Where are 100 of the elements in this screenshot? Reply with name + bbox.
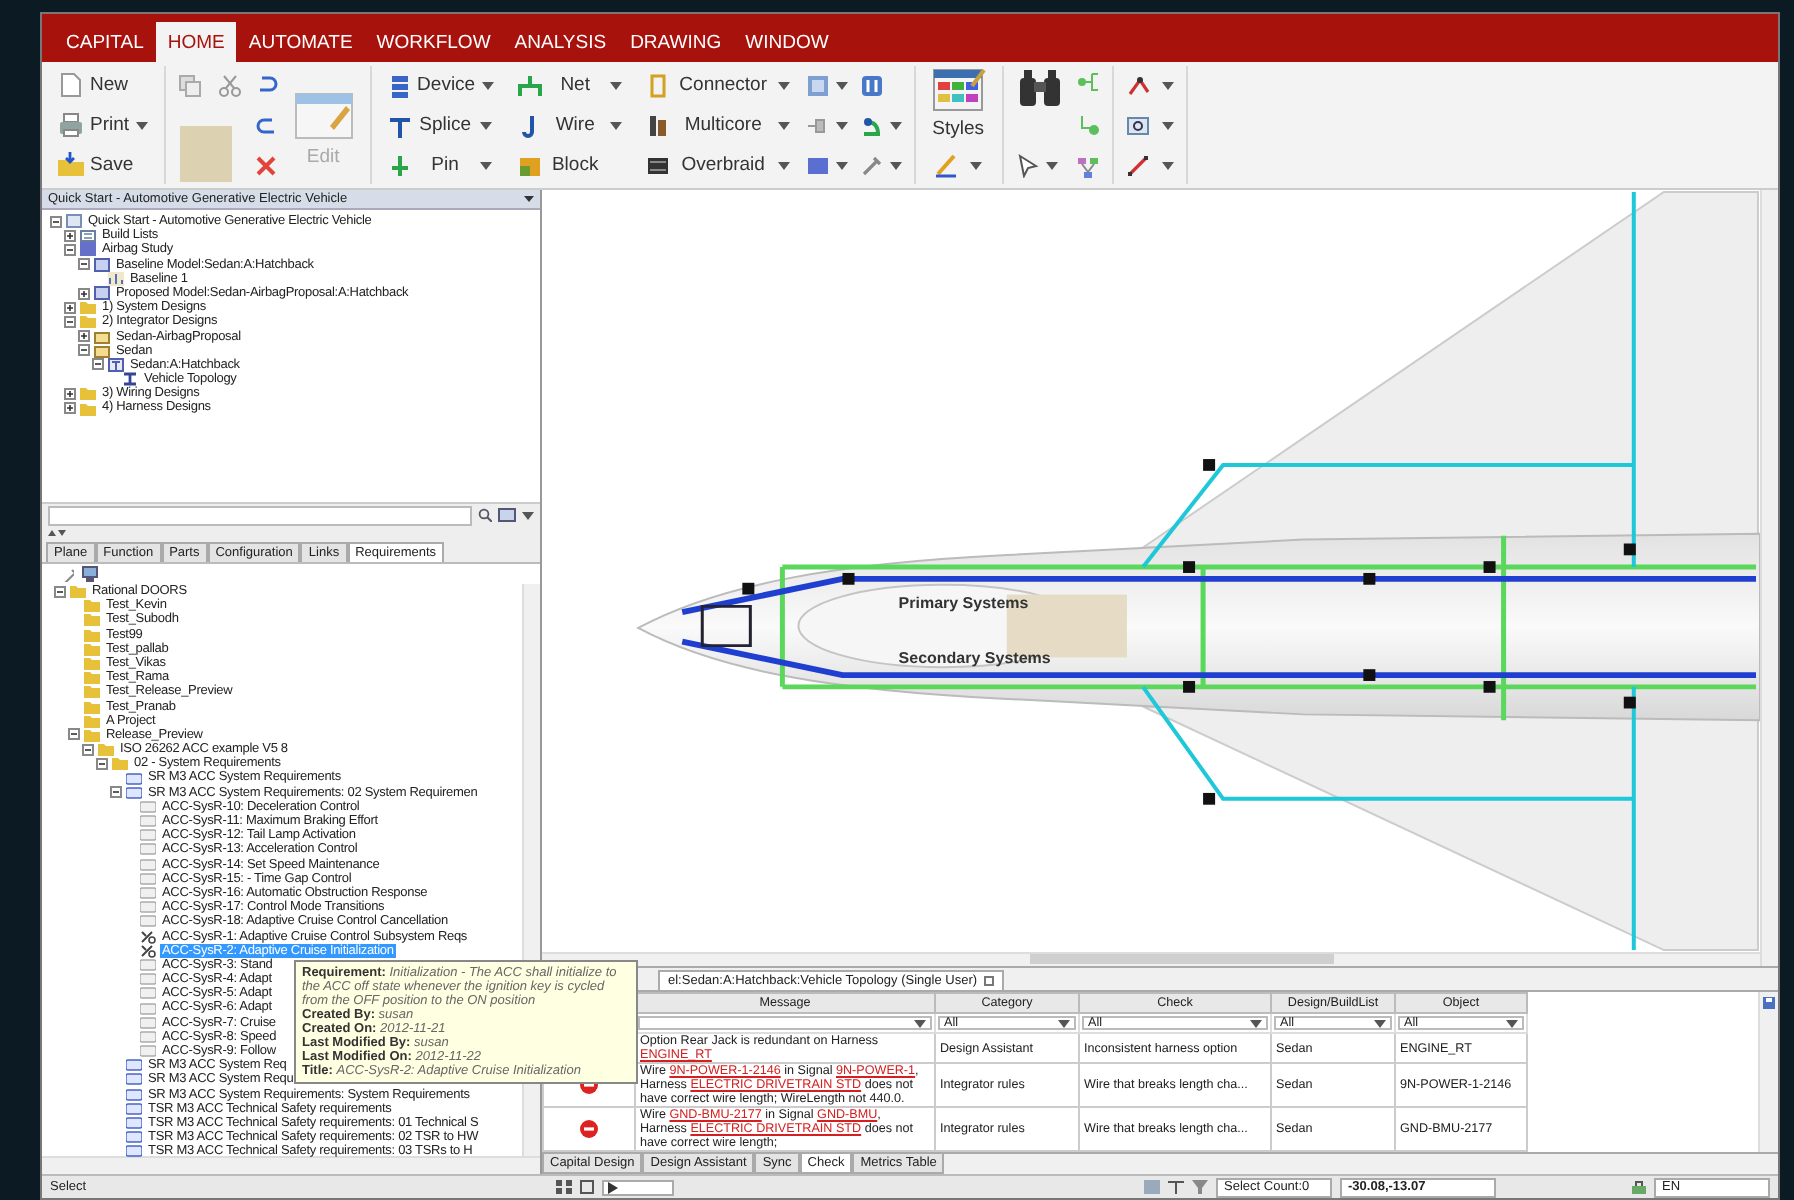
branch-icon [517, 73, 542, 97]
expand-toggle[interactable] [54, 585, 66, 598]
expand-toggle[interactable] [64, 229, 76, 242]
expand-toggle[interactable] [96, 757, 108, 770]
redo-icon[interactable] [253, 113, 278, 137]
caret-icon[interactable] [777, 161, 790, 169]
save-icon[interactable] [1762, 996, 1776, 1010]
braid-icon [645, 153, 670, 177]
caret-icon[interactable] [914, 1019, 926, 1027]
caret-icon[interactable] [970, 161, 983, 169]
menu-tab[interactable]: ANALYSIS [502, 22, 619, 62]
frame-icon[interactable] [580, 1180, 595, 1194]
caret-icon[interactable] [609, 121, 622, 129]
bars-icon[interactable] [859, 73, 884, 97]
scissors-icon[interactable] [217, 73, 242, 97]
horizontal-scrollbar[interactable] [542, 952, 1760, 966]
delete-icon[interactable] [253, 154, 278, 178]
window-icon[interactable] [983, 976, 994, 986]
binoculars-icon[interactable] [1015, 66, 1064, 110]
monitor-icon[interactable] [82, 566, 98, 582]
caret-icon[interactable] [889, 121, 902, 129]
ribbon-button[interactable]: New [54, 66, 152, 104]
expand-toggle[interactable] [64, 387, 76, 400]
expand-toggle[interactable] [64, 315, 76, 328]
ribbon-button[interactable]: Wire [513, 106, 626, 144]
ribbon-button[interactable]: Save [54, 146, 152, 184]
ribbon-button[interactable]: Splice [383, 106, 498, 144]
zoom-window-icon[interactable] [1125, 113, 1150, 137]
menu-tab[interactable]: CAPITAL [54, 22, 156, 62]
menu-tab[interactable]: DRAWING [618, 22, 734, 62]
ribbon-button[interactable]: Net [513, 66, 626, 104]
caret-icon[interactable] [1045, 161, 1058, 169]
printer-icon [58, 112, 84, 138]
lock-icon[interactable] [1632, 1180, 1647, 1194]
ribbon-button[interactable]: Block [513, 146, 626, 184]
ribbon-button[interactable]: Connector [641, 66, 794, 104]
menu-tab[interactable]: HOME [155, 22, 237, 62]
tool-icon[interactable] [859, 153, 884, 177]
menu-tab[interactable]: WORKFLOW [364, 22, 503, 62]
expand-toggle[interactable] [64, 243, 76, 256]
caret-icon[interactable] [479, 161, 492, 169]
expand-toggle[interactable] [92, 358, 104, 371]
square-icon[interactable] [805, 153, 830, 177]
expand-toggle[interactable] [78, 344, 90, 357]
caret-icon[interactable] [1374, 1019, 1386, 1027]
search-field[interactable] [48, 505, 472, 525]
caret-icon[interactable] [1506, 1019, 1518, 1027]
caret-icon[interactable] [1161, 121, 1174, 129]
caret-icon[interactable] [835, 161, 848, 169]
scrollbar-thumb[interactable] [1029, 954, 1334, 964]
expand-toggle[interactable] [64, 301, 76, 314]
expand-toggle[interactable] [110, 786, 122, 799]
play-icon [608, 1181, 619, 1193]
pointer-icon[interactable] [1015, 153, 1040, 177]
caret-icon[interactable] [479, 121, 492, 129]
caret-icon[interactable] [777, 121, 790, 129]
filter-icon[interactable] [1192, 1180, 1209, 1194]
caret-icon[interactable] [889, 161, 902, 169]
expand-toggle[interactable] [78, 330, 90, 343]
expand-toggle[interactable] [78, 287, 90, 300]
diagram-icon[interactable] [1075, 156, 1100, 180]
ribbon-button[interactable]: Overbraid [641, 146, 794, 184]
caret-icon[interactable] [609, 81, 622, 89]
horizontal-scrollbar[interactable] [42, 1156, 540, 1174]
caret-icon[interactable] [1161, 81, 1174, 89]
search-icon[interactable] [478, 508, 492, 522]
plus-icon [387, 153, 412, 177]
expand-toggle[interactable] [64, 402, 76, 415]
caret-icon[interactable] [835, 121, 848, 129]
menu-tab[interactable]: WINDOW [733, 22, 841, 62]
vertical-scrollbar[interactable] [1758, 992, 1778, 1152]
route-icon[interactable] [859, 113, 884, 137]
line-icon[interactable] [1125, 153, 1150, 177]
grid-icon[interactable] [556, 1180, 573, 1194]
play-button[interactable] [602, 1179, 675, 1195]
caret-icon[interactable] [1161, 161, 1174, 169]
ribbon-button[interactable]: Device [383, 66, 498, 104]
arrows-icon[interactable] [48, 526, 66, 538]
caret-icon[interactable] [1250, 1019, 1262, 1027]
ribbon-button[interactable]: Pin [383, 146, 498, 184]
clipboard-icon[interactable] [177, 124, 234, 184]
caret-icon[interactable] [835, 81, 848, 89]
caret-icon[interactable] [522, 511, 534, 519]
view-icon[interactable] [498, 508, 516, 522]
ortho-icon[interactable] [1168, 1180, 1185, 1194]
caret-icon[interactable] [481, 81, 494, 89]
ribbon-button[interactable]: Print [54, 106, 152, 144]
expand-toggle[interactable] [78, 258, 90, 271]
angle-icon[interactable] [1125, 73, 1150, 97]
styles-button[interactable]: Styles [927, 66, 990, 140]
expand-toggle[interactable] [68, 728, 80, 741]
menu-tab[interactable]: AUTOMATE [236, 22, 365, 62]
expand-toggle[interactable] [82, 743, 94, 756]
vertical-scrollbar[interactable] [1760, 190, 1778, 966]
expand-toggle[interactable] [50, 215, 62, 228]
caret-icon[interactable] [777, 81, 790, 89]
brush-icon[interactable] [934, 152, 959, 178]
ribbon-button[interactable]: Multicore [641, 106, 794, 144]
caret-icon[interactable] [1058, 1019, 1070, 1027]
caret-icon[interactable] [135, 121, 148, 129]
